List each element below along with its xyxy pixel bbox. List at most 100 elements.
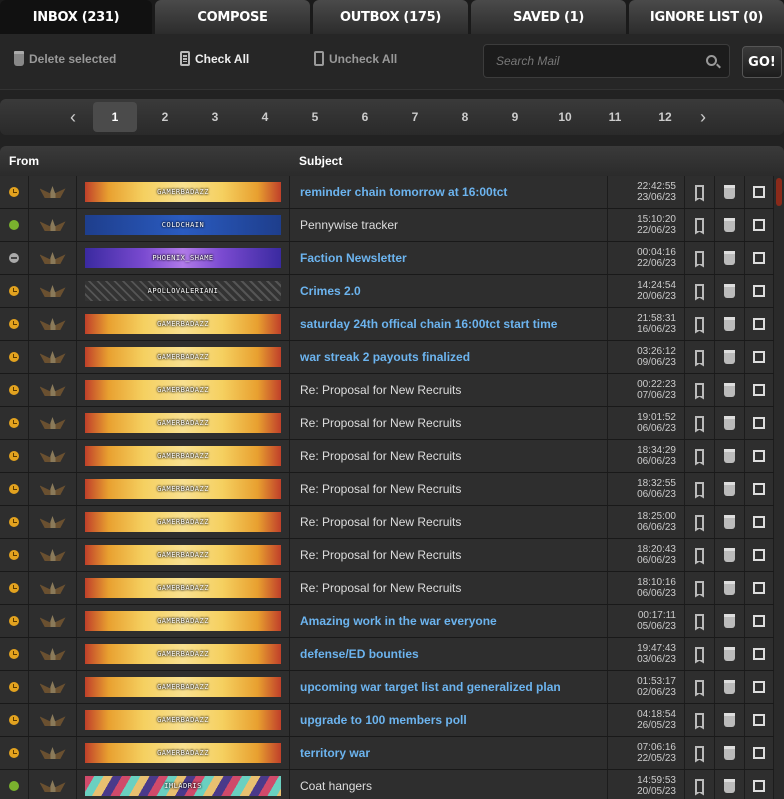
sender-cell[interactable]: GAMERBADAZZ [77,506,290,538]
delete-message-button[interactable] [715,704,745,736]
scrollbar-thumb[interactable] [776,178,782,206]
sender-cell[interactable]: GAMERBADAZZ [77,539,290,571]
sender-banner[interactable]: GAMERBADAZZ [85,479,281,499]
faction-cell[interactable] [29,572,77,604]
delete-message-button[interactable] [715,341,745,373]
sender-banner[interactable]: GAMERBADAZZ [85,446,281,466]
delete-message-button[interactable] [715,242,745,274]
select-message-checkbox[interactable] [745,275,774,307]
select-message-checkbox[interactable] [745,605,774,637]
subject-link[interactable]: Re: Proposal for New Recruits [290,440,608,472]
sender-banner[interactable]: GAMERBADAZZ [85,314,281,334]
faction-cell[interactable] [29,539,77,571]
faction-cell[interactable] [29,737,77,769]
subject-link[interactable]: Re: Proposal for New Recruits [290,572,608,604]
page-12-button[interactable]: 12 [643,102,687,132]
faction-cell[interactable] [29,275,77,307]
subject-link[interactable]: territory war [290,737,608,769]
sender-banner[interactable]: GAMERBADAZZ [85,677,281,697]
sender-cell[interactable]: IMLADRIS [77,770,290,799]
sender-cell[interactable]: GAMERBADAZZ [77,572,290,604]
message-row[interactable]: GAMERBADAZZ Re: Proposal for New Recruits… [0,440,784,473]
page-1-button[interactable]: 1 [93,102,137,132]
save-message-button[interactable] [685,341,715,373]
faction-cell[interactable] [29,473,77,505]
subject-link[interactable]: Pennywise tracker [290,209,608,241]
sender-banner[interactable]: IMLADRIS [85,776,281,796]
subject-link[interactable]: Re: Proposal for New Recruits [290,374,608,406]
subject-link[interactable]: Re: Proposal for New Recruits [290,506,608,538]
delete-message-button[interactable] [715,440,745,472]
page-10-button[interactable]: 10 [543,102,587,132]
check-all-button[interactable]: Check All [180,51,249,66]
faction-cell[interactable] [29,407,77,439]
message-row[interactable]: GAMERBADAZZ defense/ED bounties 19:47:43 03… [0,638,784,671]
select-message-checkbox[interactable] [745,473,774,505]
message-row[interactable]: APOLLOVALERIANI Crimes 2.0 14:24:54 20/06/2… [0,275,784,308]
message-row[interactable]: GAMERBADAZZ Re: Proposal for New Recruits… [0,506,784,539]
message-row[interactable]: GAMERBADAZZ Amazing work in the war every… [0,605,784,638]
sender-banner[interactable]: GAMERBADAZZ [85,545,281,565]
page-3-button[interactable]: 3 [193,102,237,132]
sender-cell[interactable]: GAMERBADAZZ [77,737,290,769]
select-message-checkbox[interactable] [745,341,774,373]
select-message-checkbox[interactable] [745,638,774,670]
select-message-checkbox[interactable] [745,176,774,208]
sender-cell[interactable]: GAMERBADAZZ [77,341,290,373]
select-message-checkbox[interactable] [745,770,774,799]
save-message-button[interactable] [685,671,715,703]
sender-banner[interactable]: GAMERBADAZZ [85,413,281,433]
select-message-checkbox[interactable] [745,440,774,472]
page-4-button[interactable]: 4 [243,102,287,132]
page-6-button[interactable]: 6 [343,102,387,132]
delete-message-button[interactable] [715,539,745,571]
message-row[interactable]: GAMERBADAZZ Re: Proposal for New Recruits… [0,539,784,572]
next-page-icon[interactable]: › [700,107,706,128]
delete-message-button[interactable] [715,308,745,340]
message-row[interactable]: GAMERBADAZZ saturday 24th offical chain 1… [0,308,784,341]
delete-message-button[interactable] [715,275,745,307]
save-message-button[interactable] [685,605,715,637]
message-row[interactable]: GAMERBADAZZ Re: Proposal for New Recruits… [0,473,784,506]
delete-message-button[interactable] [715,737,745,769]
message-row[interactable]: IMLADRIS Coat hangers 14:59:53 20/05/23 [0,770,784,799]
sender-cell[interactable]: GAMERBADAZZ [77,176,290,208]
delete-message-button[interactable] [715,506,745,538]
select-message-checkbox[interactable] [745,209,774,241]
subject-link[interactable]: defense/ED bounties [290,638,608,670]
search-icon[interactable] [706,55,717,66]
save-message-button[interactable] [685,572,715,604]
sender-banner[interactable]: GAMERBADAZZ [85,578,281,598]
save-message-button[interactable] [685,374,715,406]
page-11-button[interactable]: 11 [593,102,637,132]
save-message-button[interactable] [685,275,715,307]
save-message-button[interactable] [685,308,715,340]
faction-cell[interactable] [29,671,77,703]
sender-cell[interactable]: GAMERBADAZZ [77,308,290,340]
sender-banner[interactable]: GAMERBADAZZ [85,743,281,763]
save-message-button[interactable] [685,473,715,505]
faction-cell[interactable] [29,341,77,373]
message-row[interactable]: GAMERBADAZZ territory war 07:06:16 22/05/23 [0,737,784,770]
uncheck-all-button[interactable]: Uncheck All [314,51,397,66]
message-row[interactable]: GAMERBADAZZ Re: Proposal for New Recruits… [0,374,784,407]
select-message-checkbox[interactable] [745,737,774,769]
sender-cell[interactable]: COLDCHAIN [77,209,290,241]
delete-message-button[interactable] [715,638,745,670]
subject-link[interactable]: Re: Proposal for New Recruits [290,539,608,571]
select-message-checkbox[interactable] [745,506,774,538]
message-row[interactable]: COLDCHAIN Pennywise tracker 15:10:20 22/06/… [0,209,784,242]
faction-cell[interactable] [29,176,77,208]
subject-link[interactable]: war streak 2 payouts finalized [290,341,608,373]
sender-cell[interactable]: GAMERBADAZZ [77,605,290,637]
prev-page-icon[interactable]: ‹ [70,107,76,128]
faction-cell[interactable] [29,209,77,241]
subject-link[interactable]: upgrade to 100 members poll [290,704,608,736]
subject-link[interactable]: reminder chain tomorrow at 16:00tct [290,176,608,208]
scrollbar[interactable] [774,176,784,799]
select-message-checkbox[interactable] [745,572,774,604]
subject-link[interactable]: Crimes 2.0 [290,275,608,307]
tab-outbox[interactable]: OUTBOX (175) [313,0,468,34]
message-row[interactable]: GAMERBADAZZ Re: Proposal for New Recruits… [0,407,784,440]
sender-banner[interactable]: GAMERBADAZZ [85,512,281,532]
